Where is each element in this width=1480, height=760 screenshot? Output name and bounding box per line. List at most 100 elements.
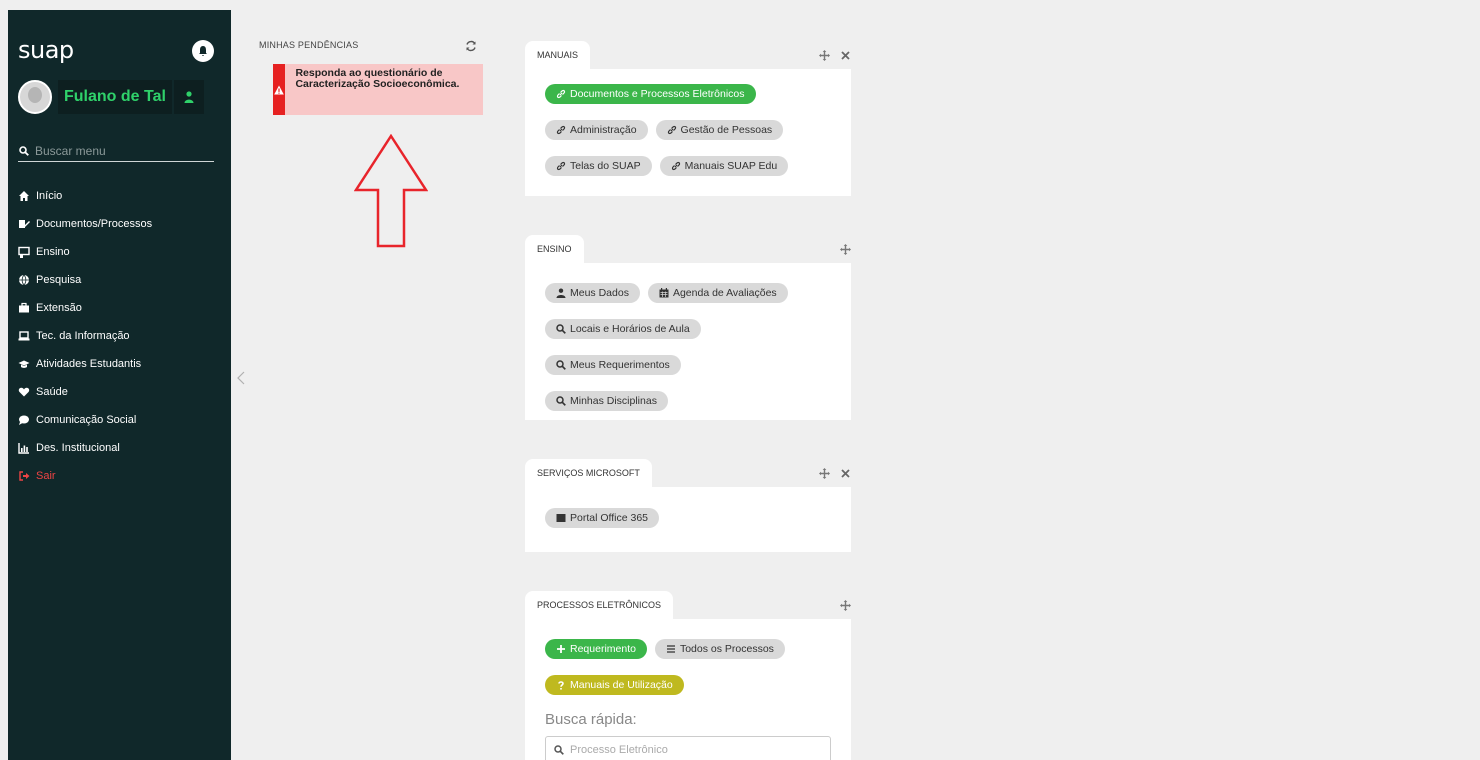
link-minhas-disciplinas[interactable]: Minhas Disciplinas xyxy=(545,391,668,411)
pill-label: Documentos e Processos Eletrônicos xyxy=(570,88,745,100)
sign-out-icon xyxy=(18,470,30,482)
globe-icon xyxy=(18,274,30,286)
brand-logo[interactable]: suap xyxy=(18,36,74,64)
menu-item-des-institucional[interactable]: Des. Institucional xyxy=(18,434,152,462)
menu-item-label: Sair xyxy=(36,470,56,482)
menu-item-comunicacao-social[interactable]: Comunicação Social xyxy=(18,406,152,434)
link-meus-dados[interactable]: Meus Dados xyxy=(545,283,640,303)
card-controls xyxy=(819,50,851,61)
chart-icon xyxy=(18,442,30,454)
link-icon xyxy=(556,125,566,135)
card-controls xyxy=(840,244,851,255)
main-menu: Início Documentos/Processos Ensino Pesqu… xyxy=(18,182,152,490)
pill-label: Manuais de Utilização xyxy=(570,679,673,691)
avatar[interactable] xyxy=(18,80,52,114)
card-controls xyxy=(840,600,851,611)
menu-item-label: Tec. da Informação xyxy=(36,330,130,342)
card-microsoft-title: SERVIÇOS MICROSOFT xyxy=(525,459,652,487)
link-icon xyxy=(671,161,680,171)
link-telas-suap[interactable]: Telas do SUAP xyxy=(545,156,652,176)
windows-icon xyxy=(556,514,566,522)
requerimento-button[interactable]: Requerimento xyxy=(545,639,647,659)
menu-item-extensao[interactable]: Extensão xyxy=(18,294,152,322)
busca-rapida-field xyxy=(545,736,831,760)
pendencia-alert-text: Responda ao questionário de Caracterizaç… xyxy=(295,67,460,91)
menu-item-label: Atividades Estudantis xyxy=(36,358,142,370)
menu-search-input[interactable] xyxy=(35,143,205,158)
link-icon xyxy=(556,89,566,99)
graduation-cap-icon xyxy=(18,358,30,370)
menu-item-label: Des. Institucional xyxy=(36,442,120,454)
card-processos-eletronicos: PROCESSOS ELETRÔNICOS Requerimento Todos… xyxy=(525,591,851,760)
menu-item-label: Ensino xyxy=(36,246,70,258)
user-panel: Fulano de Tal xyxy=(18,80,204,114)
move-icon[interactable] xyxy=(840,600,851,611)
red-arrow-annotation xyxy=(354,134,428,248)
refresh-icon[interactable] xyxy=(465,40,477,52)
link-icon xyxy=(556,161,566,171)
move-icon[interactable] xyxy=(819,468,830,479)
bell-icon xyxy=(199,46,207,56)
menu-item-ensino[interactable]: Ensino xyxy=(18,238,152,266)
menu-item-documentos-processos[interactable]: Documentos/Processos xyxy=(18,210,152,238)
heart-icon xyxy=(18,386,30,398)
pill-label: Portal Office 365 xyxy=(570,512,649,524)
busca-rapida-label: Busca rápida: xyxy=(545,711,637,728)
menu-item-pesquisa[interactable]: Pesquisa xyxy=(18,266,152,294)
menu-item-atividades-estudantis[interactable]: Atividades Estudantis xyxy=(18,350,152,378)
menu-item-label: Saúde xyxy=(36,386,68,398)
link-documentos-processos-eletronicos[interactable]: Documentos e Processos Eletrônicos xyxy=(545,84,756,104)
link-agenda-avaliacoes[interactable]: Agenda de Avaliações xyxy=(647,283,788,303)
sidebar: suap Fulano de Tal Início Documentos/Pro… xyxy=(8,10,231,760)
card-servicos-microsoft: SERVIÇOS MICROSOFT Portal Office 365 xyxy=(525,459,851,552)
user-profile-button[interactable] xyxy=(173,80,204,114)
document-edit-icon xyxy=(18,218,30,230)
home-icon xyxy=(18,190,30,202)
card-ensino-body: Meus Dados Agenda de Avaliações Locais e… xyxy=(525,263,851,420)
pill-label: Agenda de Avaliações xyxy=(672,287,777,299)
link-meus-requerimentos[interactable]: Meus Requerimentos xyxy=(545,355,681,375)
search-icon xyxy=(554,745,564,755)
user-icon xyxy=(556,288,566,298)
card-microsoft-body: Portal Office 365 xyxy=(525,487,851,552)
menu-item-sair[interactable]: Sair xyxy=(18,462,152,490)
question-icon xyxy=(558,681,564,690)
laptop-icon xyxy=(18,330,30,342)
close-icon[interactable] xyxy=(840,468,851,479)
card-manuais-title: MANUAIS xyxy=(525,41,591,69)
pendencias-title: MINHAS PENDÊNCIAS xyxy=(259,40,359,50)
link-locais-horarios[interactable]: Locais e Horários de Aula xyxy=(545,319,701,339)
user-icon xyxy=(184,91,194,103)
link-portal-office-365[interactable]: Portal Office 365 xyxy=(545,508,660,528)
list-icon xyxy=(666,645,675,653)
busca-rapida-input[interactable] xyxy=(570,744,820,756)
menu-search xyxy=(18,140,214,162)
pill-label: Manuais SUAP Edu xyxy=(684,160,778,172)
card-ensino: ENSINO Meus Dados Agenda de Avaliações L… xyxy=(525,235,851,420)
menu-item-inicio[interactable]: Início xyxy=(18,182,152,210)
todos-processos-button[interactable]: Todos os Processos xyxy=(654,639,785,659)
card-manuais: MANUAIS Documentos e Processos Eletrônic… xyxy=(525,41,851,196)
link-icon xyxy=(667,125,676,135)
move-icon[interactable] xyxy=(819,50,830,61)
link-manuais-suap-edu[interactable]: Manuais SUAP Edu xyxy=(659,156,789,176)
manuais-utilizacao-button[interactable]: Manuais de Utilização xyxy=(545,675,684,695)
notifications-button[interactable] xyxy=(192,40,214,62)
menu-item-label: Comunicação Social xyxy=(36,414,137,426)
pendencia-alert[interactable]: Responda ao questionário de Caracterizaç… xyxy=(273,64,483,115)
search-icon xyxy=(556,360,566,370)
briefcase-icon xyxy=(18,302,30,314)
user-name[interactable]: Fulano de Tal xyxy=(58,80,172,114)
menu-item-saude[interactable]: Saúde xyxy=(18,378,152,406)
link-administracao[interactable]: Administração xyxy=(545,120,648,140)
pill-label: Minhas Disciplinas xyxy=(570,395,657,407)
collapse-sidebar-button[interactable] xyxy=(237,371,245,390)
calendar-icon xyxy=(659,288,669,298)
link-gestao-pessoas[interactable]: Gestão de Pessoas xyxy=(655,120,784,140)
move-icon[interactable] xyxy=(840,244,851,255)
close-icon[interactable] xyxy=(840,50,851,61)
menu-item-label: Extensão xyxy=(36,302,82,314)
menu-item-tec-informacao[interactable]: Tec. da Informação xyxy=(18,322,152,350)
pill-label: Administração xyxy=(570,124,637,136)
chalkboard-icon xyxy=(18,246,30,258)
